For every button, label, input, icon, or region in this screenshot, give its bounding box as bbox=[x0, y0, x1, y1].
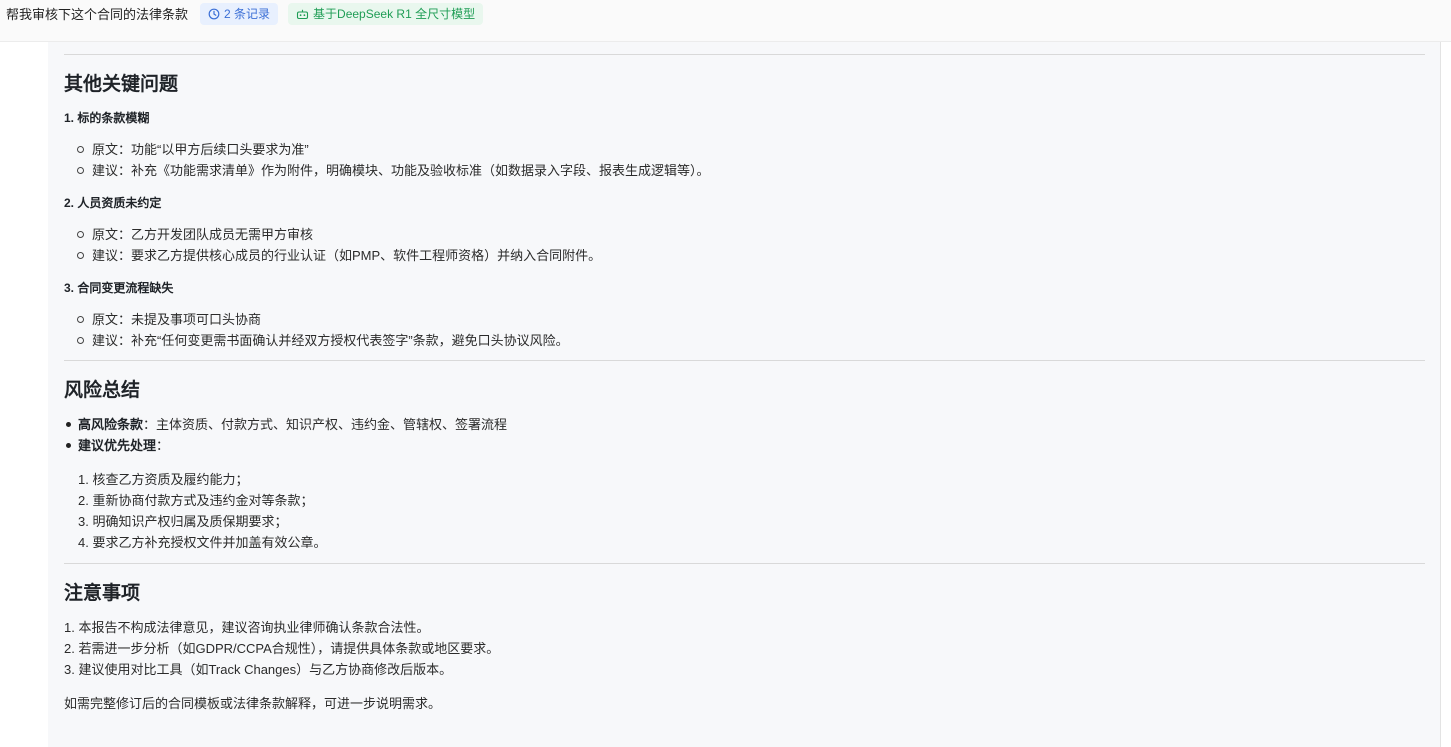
closing-text: 如需完整修订后的合同模板或法律条款解释，可进一步说明需求。 bbox=[64, 696, 442, 711]
section-title-risk: 风险总结 bbox=[64, 380, 141, 401]
list-item: 建议：补充“任何变更需书面确认并经双方授权代表签字”条款，避免口头协议风险。 bbox=[76, 330, 1425, 351]
model-badge[interactable]: 基于DeepSeek R1 全尺寸模型 bbox=[288, 2, 484, 25]
issue-heading: 2. 人员资质未约定 bbox=[64, 196, 162, 210]
issue-heading: 1. 标的条款模糊 bbox=[64, 111, 150, 125]
list-item: 建议优先处理： bbox=[64, 435, 1425, 456]
list-item: 建议：补充《功能需求清单》作为附件，明确模块、功能及验收标准（如数据录入字段、报… bbox=[76, 160, 1425, 181]
issue-bullets: 原文：未提及事项可口头协商 建议：补充“任何变更需书面确认并经双方授权代表签字”… bbox=[64, 309, 1425, 351]
list-item: 原文：未提及事项可口头协商 bbox=[76, 309, 1425, 330]
divider bbox=[64, 360, 1425, 361]
user-query: 帮我审核下这个合同的法律条款 bbox=[6, 7, 189, 22]
note-line: 1. 本报告不构成法律意见，建议咨询执业律师确认条款合法性。 bbox=[64, 620, 430, 635]
issue-heading: 3. 合同变更流程缺失 bbox=[64, 281, 174, 295]
records-label: 2 条记录 bbox=[224, 7, 271, 21]
records-button[interactable]: 2 条记录 bbox=[200, 2, 279, 25]
list-item: 原文：乙方开发团队成员无需甲方审核 bbox=[76, 224, 1425, 245]
priority-steps: 1. 核查乙方资质及履约能力； 2. 重新协商付款方式及违约金对等条款； 3. … bbox=[64, 469, 1425, 553]
divider bbox=[64, 563, 1425, 564]
section-title-notes: 注意事项 bbox=[64, 583, 141, 604]
model-label: 基于DeepSeek R1 全尺寸模型 bbox=[313, 7, 476, 21]
list-item: 3. 明确知识产权归属及质保期要求； bbox=[78, 514, 288, 529]
priority-label: 建议优先处理 bbox=[78, 438, 157, 453]
list-item: 1. 核查乙方资质及履约能力； bbox=[78, 472, 249, 487]
note-line: 3. 建议使用对比工具（如Track Changes）与乙方协商修改后版本。 bbox=[64, 662, 453, 677]
scroll-edge bbox=[1440, 42, 1441, 747]
high-risk-text: ：主体资质、付款方式、知识产权、违约金、管辖权、签署流程 bbox=[143, 417, 508, 432]
list-item: 建议：要求乙方提供核心成员的行业认证（如PMP、软件工程师资格）并纳入合同附件。 bbox=[76, 245, 1425, 266]
top-bar: 帮我审核下这个合同的法律条款 2 条记录 基于DeepSeek R1 全尺寸模型 bbox=[0, 0, 1451, 42]
section-title-other: 其他关键问题 bbox=[64, 74, 179, 95]
clock-icon bbox=[208, 8, 220, 20]
issue-bullets: 原文：乙方开发团队成员无需甲方审核 建议：要求乙方提供核心成员的行业认证（如PM… bbox=[64, 224, 1425, 266]
divider bbox=[64, 54, 1425, 55]
robot-icon bbox=[296, 8, 309, 20]
left-margin bbox=[0, 42, 48, 747]
risk-summary-list: 高风险条款：主体资质、付款方式、知识产权、违约金、管辖权、签署流程 建议优先处理… bbox=[64, 414, 1425, 456]
high-risk-label: 高风险条款 bbox=[78, 417, 144, 432]
list-item: 原文：功能“以甲方后续口头要求为准” bbox=[76, 139, 1425, 160]
answer-content: 其他关键问题 1. 标的条款模糊 原文：功能“以甲方后续口头要求为准” 建议：补… bbox=[48, 42, 1441, 747]
list-item: 2. 重新协商付款方式及违约金对等条款； bbox=[78, 493, 314, 508]
note-line: 2. 若需进一步分析（如GDPR/CCPA合规性），请提供具体条款或地区要求。 bbox=[64, 641, 500, 656]
list-item: 高风险条款：主体资质、付款方式、知识产权、违约金、管辖权、签署流程 bbox=[64, 414, 1425, 435]
list-item: 4. 要求乙方补充授权文件并加盖有效公章。 bbox=[78, 535, 327, 550]
notes-list: 1. 本报告不构成法律意见，建议咨询执业律师确认条款合法性。 2. 若需进一步分… bbox=[64, 617, 1425, 680]
issue-bullets: 原文：功能“以甲方后续口头要求为准” 建议：补充《功能需求清单》作为附件，明确模… bbox=[64, 139, 1425, 181]
priority-suffix: ： bbox=[156, 438, 170, 453]
